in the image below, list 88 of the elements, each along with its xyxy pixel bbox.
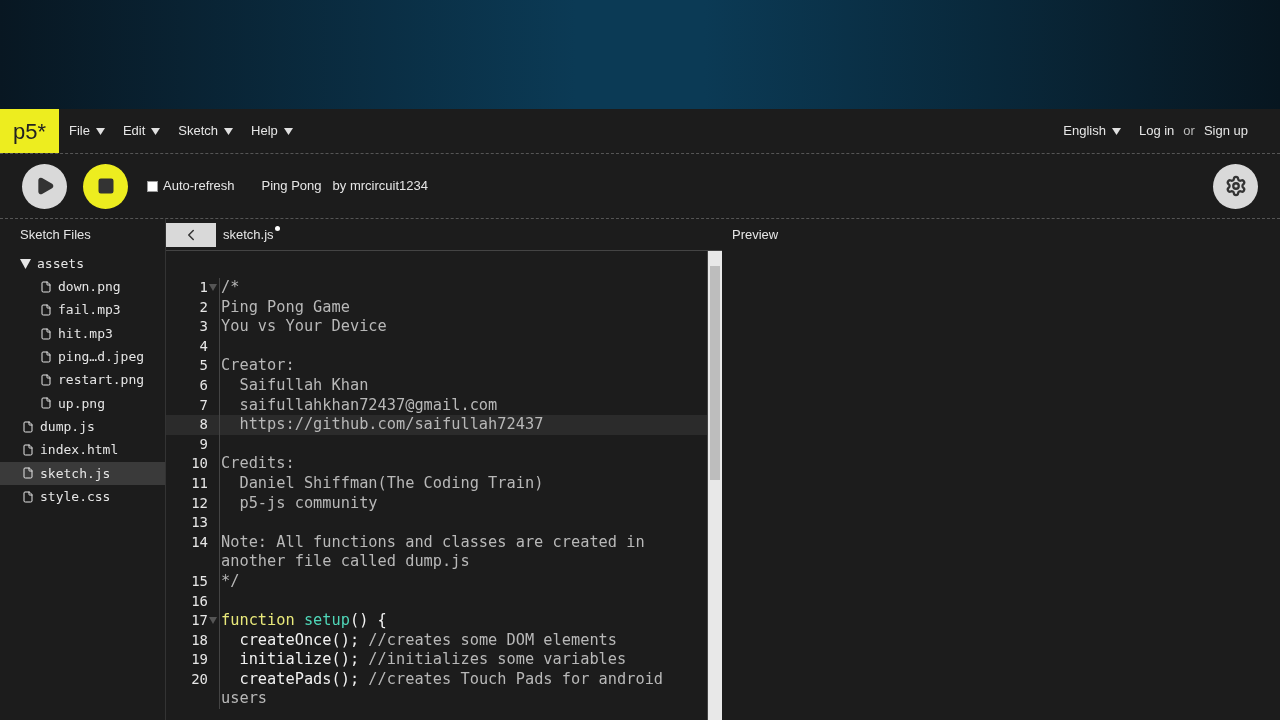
line-number: 5 — [199, 356, 208, 376]
line-number: 20 — [191, 669, 208, 689]
file-tree-item[interactable]: down.png — [0, 275, 165, 299]
triangle-icon — [20, 258, 31, 269]
code-line: Note: All functions and classes are created in another file called dump.js — [220, 532, 646, 572]
file-icon — [40, 374, 52, 387]
fold-icon — [209, 284, 217, 292]
file-icon — [40, 397, 52, 410]
sketch-author: by mrcircuit1234 — [332, 177, 428, 196]
stop-button[interactable] — [83, 163, 128, 209]
line-number: 3 — [199, 317, 208, 337]
sidebar-title: Sketch Files — [20, 226, 91, 245]
code-line: */ — [220, 571, 241, 592]
caret-icon — [283, 127, 293, 135]
file-tree-item[interactable]: ping…d.jpeg — [0, 345, 165, 369]
or-text: or — [1183, 122, 1195, 141]
menu-button[interactable]: Edit — [122, 121, 161, 141]
file-icon — [40, 350, 52, 363]
line-number: 8 — [199, 415, 208, 435]
code-line: Creator: — [220, 356, 296, 376]
code-line: createPads(); //creates Touch Pads for android users — [220, 669, 665, 710]
sketch-name[interactable]: Ping Pong — [261, 176, 322, 196]
file-icon — [22, 444, 34, 456]
logo[interactable]: p5* — [0, 109, 59, 153]
code-line: You vs Your Device — [220, 317, 388, 337]
line-number: 4 — [199, 336, 208, 356]
file-tree-item[interactable]: hit.mp3 — [0, 321, 165, 346]
play-button[interactable] — [22, 163, 67, 209]
line-number: 13 — [191, 513, 208, 533]
code-line: https://github.com/saifullah72437 — [238, 415, 545, 435]
code-line: p5-js community — [238, 493, 379, 514]
auto-refresh-checkbox[interactable] — [147, 180, 158, 192]
caret-icon — [224, 127, 234, 135]
file-tree-item[interactable]: sketch.js — [0, 461, 165, 485]
code-line: createOnce(); //creates some DOM elements — [238, 630, 619, 651]
line-number: 1 — [199, 278, 208, 297]
file-icon — [40, 327, 52, 340]
menu-button[interactable]: Help — [251, 121, 293, 141]
line-number: 16 — [191, 591, 208, 611]
file-tree-item[interactable]: style.css — [0, 484, 165, 509]
line-number: 12 — [191, 493, 208, 513]
code-line: Daniel Shiffman(The Coding Train) — [238, 473, 545, 494]
line-number: 6 — [199, 375, 208, 395]
code-line: initialize(); //initializes some variables — [238, 650, 628, 670]
file-tree-item[interactable]: up.png — [0, 391, 165, 416]
file-tree-item[interactable]: restart.png — [0, 368, 165, 392]
line-number: 15 — [191, 571, 208, 591]
fold-icon — [209, 617, 217, 625]
code-line: Saifullah Khan — [238, 375, 370, 396]
code-line: Ping Pong Game — [220, 297, 351, 318]
line-number: 2 — [199, 297, 208, 317]
caret-icon — [1111, 127, 1121, 135]
file-tree-item[interactable]: assets — [0, 252, 165, 276]
collapse-sidebar-button[interactable] — [166, 222, 216, 247]
file-icon — [40, 280, 52, 293]
line-number: 9 — [199, 434, 208, 454]
file-icon — [22, 490, 34, 503]
caret-icon — [151, 127, 161, 135]
scrollbar[interactable] — [708, 251, 722, 720]
line-number: 19 — [191, 650, 208, 670]
file-tree-item[interactable]: fail.mp3 — [0, 298, 165, 322]
code-line: saifullahkhan72437@gmail.com — [238, 395, 499, 416]
menu-button[interactable]: Sketch — [178, 121, 234, 141]
stop-icon — [96, 177, 115, 195]
code-line: /* — [220, 278, 241, 298]
settings-button[interactable] — [1213, 163, 1258, 209]
file-tree-item[interactable]: index.html — [0, 438, 165, 462]
line-number: 10 — [191, 454, 208, 474]
auto-refresh-label: Auto-refresh — [163, 177, 235, 196]
language-button[interactable]: English — [1063, 121, 1121, 141]
code-line: Credits: — [220, 454, 296, 474]
file-icon — [22, 467, 34, 480]
line-number: 14 — [191, 532, 208, 552]
file-tree-item[interactable]: dump.js — [0, 415, 165, 439]
preview-title: Preview — [732, 226, 779, 245]
file-tab[interactable]: sketch.js — [223, 224, 280, 245]
menu-button[interactable]: File — [69, 121, 105, 141]
line-number: 11 — [191, 473, 208, 493]
file-icon — [40, 304, 52, 317]
caret-icon — [95, 127, 105, 135]
line-number: 18 — [191, 630, 208, 650]
code-line: function setup() { — [220, 611, 388, 631]
settings-icon — [1224, 175, 1247, 197]
login-link[interactable]: Log in — [1138, 121, 1175, 141]
line-number: 7 — [199, 395, 208, 415]
line-number: 17 — [191, 611, 208, 631]
signup-link[interactable]: Sign up — [1203, 121, 1248, 141]
file-icon — [22, 420, 34, 433]
